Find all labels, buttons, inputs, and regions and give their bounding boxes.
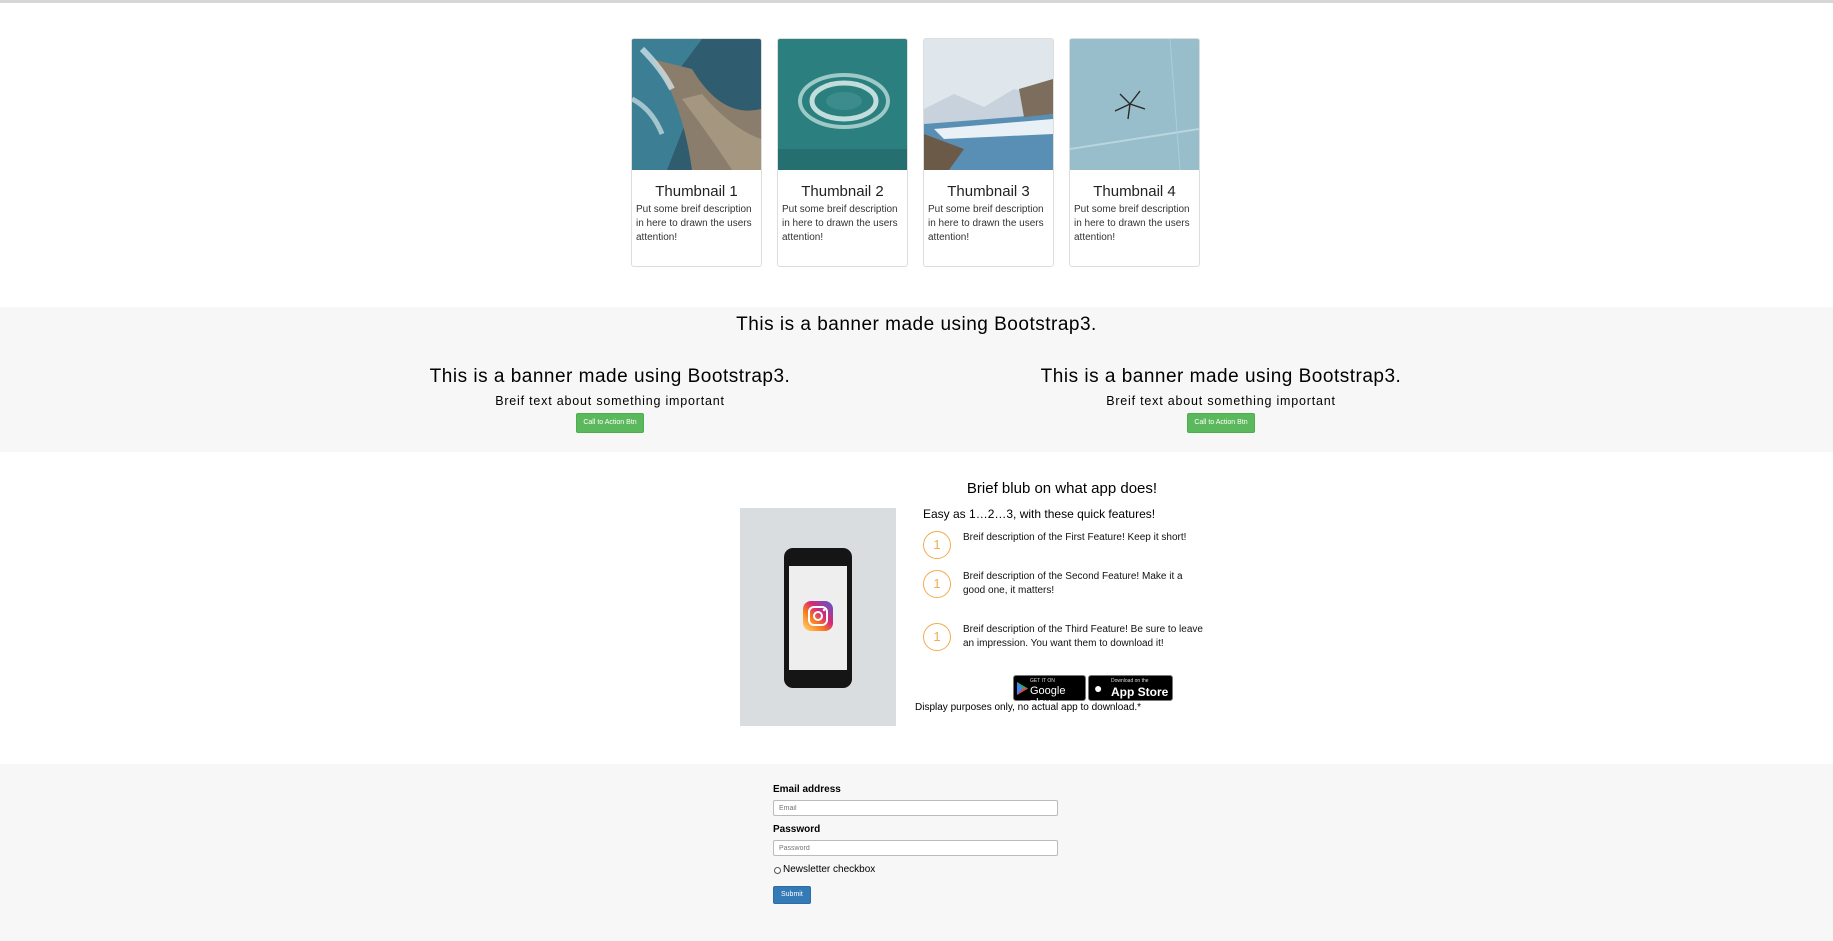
thumbnail-description: Put some breif description in here to dr…	[928, 204, 1044, 243]
feature-number-badge: 1	[923, 531, 951, 559]
phone-image	[740, 508, 896, 726]
feature-text: Breif description of the Third Feature! …	[963, 624, 1203, 649]
signup-form-section: Email address Password Newsletter checkb…	[0, 764, 1833, 941]
banner-column-left: This is a banner made using Bootstrap3. …	[310, 366, 910, 433]
password-label: Password	[773, 824, 821, 835]
banner-title: This is a banner made using Bootstrap3.	[736, 314, 1097, 335]
app-subheading: Easy as 1…2…3, with these quick features…	[923, 507, 1156, 521]
call-to-action-button[interactable]: Call to Action Btn	[576, 413, 644, 433]
banner-column-text: Breif text about something important	[495, 394, 725, 408]
thumbnail-card-2[interactable]: Thumbnail 2 Put some breif description i…	[777, 38, 908, 267]
feature-text: Breif description of the First Feature! …	[963, 532, 1187, 543]
app-section: Brief blub on what app does! Easy as 1…2…	[0, 452, 1833, 764]
submit-button[interactable]: Submit	[773, 886, 811, 904]
thumbnail-description: Put some breif description in here to dr…	[1074, 204, 1190, 243]
google-play-badge[interactable]: GET IT ON Google play	[1013, 675, 1086, 709]
app-store-label: App Store	[1111, 685, 1169, 699]
google-play-icon	[1017, 682, 1028, 695]
banner-column-text: Breif text about something important	[1106, 394, 1336, 408]
google-play-small-text: GET IT ON	[1030, 678, 1055, 684]
thumbnail-gallery: Thumbnail 1 Put some breif description i…	[631, 38, 1201, 268]
password-field[interactable]	[773, 840, 1058, 856]
thumbnail-card-4[interactable]: Thumbnail 4 Put some breif description i…	[1069, 38, 1200, 267]
app-store-small-text: Download on the	[1111, 678, 1149, 684]
call-to-action-button[interactable]: Call to Action Btn	[1187, 413, 1255, 433]
top-border	[0, 0, 1833, 3]
newsletter-checkbox-row[interactable]: Newsletter checkbox	[773, 864, 1058, 878]
thumbnail-description: Put some breif description in here to dr…	[636, 204, 752, 243]
thumbnail-description: Put some breif description in here to dr…	[782, 204, 898, 243]
app-store-badge[interactable]: ● Download on the App Store	[1088, 675, 1173, 701]
banner-column-title: This is a banner made using Bootstrap3.	[429, 366, 791, 387]
feature-number-badge: 1	[923, 570, 951, 598]
thumbnail-title: Thumbnail 4	[1093, 183, 1176, 200]
app-heading: Brief blub on what app does!	[966, 480, 1158, 497]
disclaimer-text: Display purposes only, no actual app to …	[915, 702, 1142, 713]
banner-column-title: This is a banner made using Bootstrap3.	[1040, 366, 1402, 387]
thumbnail-card-3[interactable]: Thumbnail 3 Put some breif description i…	[923, 38, 1054, 267]
thumbnail-image-ice	[1070, 39, 1199, 170]
thumbnail-image-coast	[632, 39, 761, 170]
feature-text: Breif description of the Second Feature!…	[963, 571, 1183, 596]
newsletter-checkbox[interactable]	[774, 867, 781, 874]
email-label: Email address	[773, 784, 841, 795]
email-field[interactable]	[773, 800, 1058, 816]
thumbnail-title: Thumbnail 2	[801, 183, 884, 200]
newsletter-checkbox-label: Newsletter checkbox	[783, 864, 876, 875]
thumbnail-title: Thumbnail 1	[655, 183, 738, 200]
banner-section: This is a banner made using Bootstrap3. …	[0, 307, 1833, 452]
thumbnail-image-whirlpool	[778, 39, 907, 170]
apple-icon: ●	[1094, 680, 1103, 696]
thumbnail-title: Thumbnail 3	[947, 183, 1030, 200]
signup-form: Email address Password Newsletter checkb…	[773, 784, 1058, 904]
thumbnail-card-1[interactable]: Thumbnail 1 Put some breif description i…	[631, 38, 762, 267]
feature-number-badge: 1	[923, 623, 951, 651]
thumbnail-image-glacier	[924, 39, 1053, 170]
banner-column-right: This is a banner made using Bootstrap3. …	[921, 366, 1521, 433]
